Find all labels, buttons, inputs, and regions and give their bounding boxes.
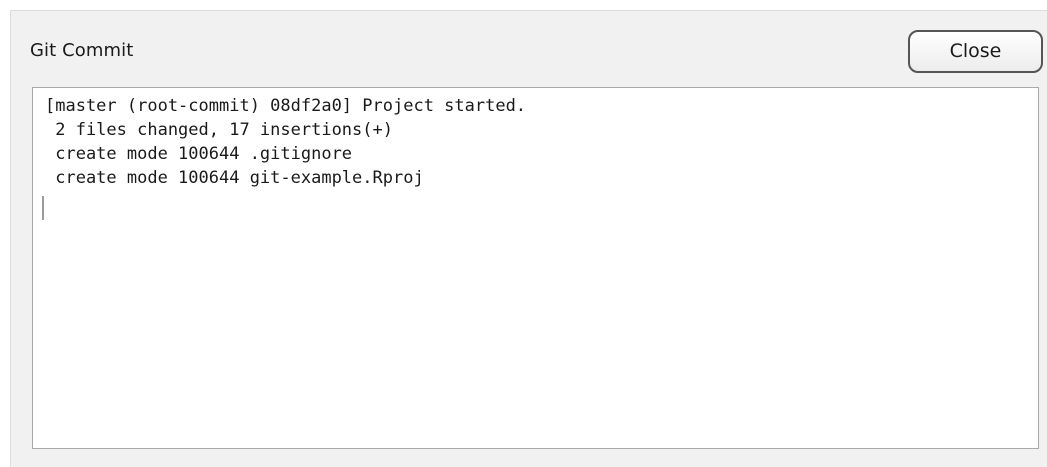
text-cursor [42, 196, 44, 220]
commit-output-console[interactable]: [master (root-commit) 08df2a0] Project s… [32, 87, 1039, 449]
output-line: 2 files changed, 17 insertions(+) [45, 120, 393, 140]
git-commit-dialog: Git Commit Close [master (root-commit) 0… [10, 10, 1047, 467]
output-line: create mode 100644 git-example.Rproj [45, 168, 424, 188]
close-button[interactable]: Close [908, 30, 1043, 73]
output-line: [master (root-commit) 08df2a0] Project s… [45, 96, 527, 116]
output-line: create mode 100644 .gitignore [45, 144, 353, 164]
dialog-title: Git Commit [30, 40, 134, 61]
